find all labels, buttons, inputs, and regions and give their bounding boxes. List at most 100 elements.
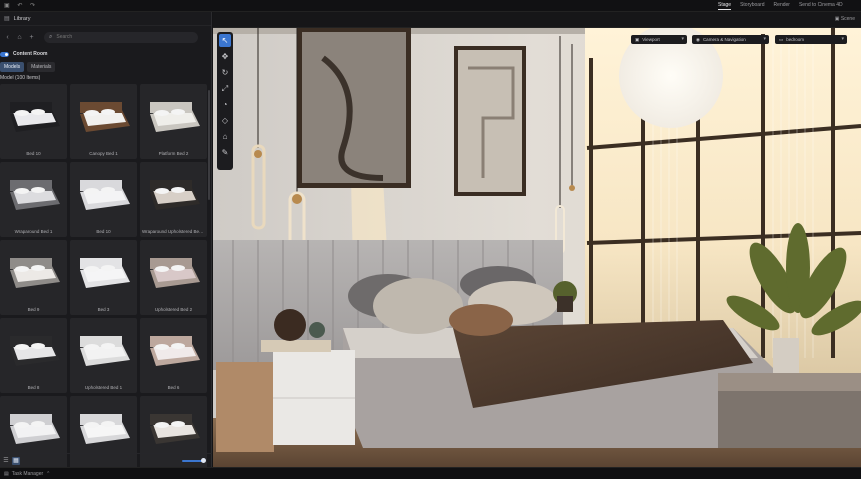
content-room-label: Content Room <box>13 51 48 57</box>
camera-preset-icon: ▭ <box>779 36 784 42</box>
library-header: ▤ Library <box>0 12 211 26</box>
window-controls[interactable]: ▣ ↶ ↷ <box>4 2 38 9</box>
select-tool-icon[interactable]: ↖ <box>219 34 231 47</box>
place-tool-icon[interactable]: ⌂ <box>219 130 231 143</box>
model-thumbnail <box>80 258 130 288</box>
tool-palette: ↖ ✥ ↻ ⤢ ◔ ◇ ⌂ ✎ <box>217 32 233 170</box>
item-count: Model (100 Items) <box>0 75 41 81</box>
model-thumbnail <box>150 258 200 288</box>
add-icon[interactable]: + <box>28 34 35 41</box>
camera-select-label: bedroom <box>786 37 805 42</box>
model-card[interactable]: Canopy Bed 1 <box>70 84 137 159</box>
model-card[interactable]: Bed 6 <box>140 318 207 393</box>
model-card[interactable]: Bed 10 <box>70 162 137 237</box>
library-panel: ▤ Library ‹ ⌂ + ⌕ Content Room Models Ma… <box>0 12 212 471</box>
viewport-icon: ▣ <box>635 36 640 42</box>
rotate-tool-icon[interactable]: ↻ <box>219 66 231 79</box>
library-scrollbar[interactable] <box>208 90 210 200</box>
camera-navigation-dropdown[interactable]: ◉ Camera & Navigation ▾ <box>692 35 769 44</box>
camera-icon: ◉ <box>696 36 700 42</box>
library-title: Library <box>13 15 31 22</box>
model-thumbnail <box>80 180 130 210</box>
search-input[interactable] <box>56 34 187 40</box>
model-card[interactable]: Upholstered Bed 1 <box>70 318 137 393</box>
library-icon: ▤ <box>4 16 10 22</box>
model-card-label: Bed 9 <box>27 307 40 312</box>
bedroom-render <box>213 28 861 467</box>
list-view-icon[interactable]: ☰ <box>2 457 10 465</box>
home-icon[interactable]: ⌂ <box>16 34 23 41</box>
viewport-dropdown-label: Viewport <box>642 37 660 42</box>
viewport-dropdown[interactable]: ▣ Viewport ▾ <box>631 35 687 44</box>
model-card[interactable]: Platform Bed 2 <box>140 84 207 159</box>
model-thumbnail <box>150 102 200 132</box>
search-icon: ⌕ <box>49 33 53 40</box>
model-grid: Bed 10 Canopy Bed 1 Platform Bed 2 Wraparou… <box>0 84 208 471</box>
model-card[interactable]: Upholstered Bed 2 <box>140 240 207 315</box>
model-card-label: Wraparound Bed 1 <box>14 229 53 234</box>
model-card[interactable]: Bed 9 <box>0 240 67 315</box>
model-thumbnail <box>10 258 60 288</box>
library-tabs: Models Materials <box>0 62 211 72</box>
model-card[interactable]: Wraparound Bed 1 <box>0 162 67 237</box>
nav-render[interactable]: Render <box>774 2 790 10</box>
model-card-label: Bed 3 <box>97 307 110 312</box>
camera-navigation-label: Camera & Navigation <box>702 37 746 42</box>
model-card-label: Bed 6 <box>167 385 180 390</box>
model-card-label: Bed 8 <box>27 385 40 390</box>
model-card[interactable]: Bed 8 <box>0 318 67 393</box>
caret-up-icon[interactable]: ⌃ <box>46 471 50 477</box>
model-thumbnail <box>80 414 130 444</box>
viewport-header: ▣ Scene <box>213 12 861 28</box>
search-field[interactable]: ⌕ <box>44 31 198 43</box>
grid-view-icon[interactable]: ▦ <box>12 456 20 465</box>
model-thumbnail <box>150 336 200 366</box>
scale-tool-icon[interactable]: ⤢ <box>219 82 231 95</box>
model-thumbnail <box>10 414 60 444</box>
model-card[interactable]: Bed 10 <box>0 84 67 159</box>
thumbnail-size-slider[interactable] <box>182 458 206 463</box>
content-room-toggle[interactable] <box>0 51 9 57</box>
model-card-label: Platform Bed 2 <box>158 151 189 156</box>
model-card-label: Upholstered Bed 2 <box>154 307 193 312</box>
model-thumbnail <box>80 336 130 366</box>
content-room-row: Content Room <box>0 49 211 59</box>
nav-stage[interactable]: Stage <box>718 2 732 10</box>
tab-materials[interactable]: Materials <box>27 62 56 72</box>
eyedropper-tool-icon[interactable]: ✎ <box>219 146 231 159</box>
model-card-label: Canopy Bed 1 <box>89 151 118 156</box>
model-card-label: Wraparound Upholstered Bed 1 <box>142 229 206 234</box>
nav-storyboard[interactable]: Storyboard <box>740 2 764 10</box>
chevron-down-icon: ▾ <box>841 36 844 42</box>
model-thumbnail <box>150 414 200 444</box>
model-thumbnail <box>10 336 60 366</box>
back-icon[interactable]: ‹ <box>4 34 11 41</box>
library-toolbar: ‹ ⌂ + ⌕ <box>0 29 211 45</box>
nav-send-to-cinema4d[interactable]: Send to Cinema 4D <box>799 2 843 10</box>
top-bar: ▣ ↶ ↷ Stage Storyboard Render Send to Ci… <box>0 0 861 12</box>
model-card-label: Upholstered Bed 1 <box>84 385 123 390</box>
tab-models[interactable]: Models <box>0 62 25 72</box>
scene-label: Scene <box>840 16 855 22</box>
model-thumbnail <box>150 180 200 210</box>
model-card-label: Bed 10 <box>26 151 41 156</box>
status-bar: ▤ Task Manager ⌃ <box>0 467 861 479</box>
chevron-down-icon: ▾ <box>763 36 766 42</box>
model-thumbnail <box>80 102 130 132</box>
paint-tool-icon[interactable]: ◇ <box>219 114 231 127</box>
move-tool-icon[interactable]: ✥ <box>219 50 231 63</box>
model-thumbnail <box>10 180 60 210</box>
top-nav: Stage Storyboard Render Send to Cinema 4… <box>718 2 843 10</box>
chevron-down-icon: ▾ <box>681 36 684 42</box>
camera-select-dropdown[interactable]: ▭ bedroom ▾ <box>775 35 847 44</box>
model-card[interactable]: Bed 3 <box>70 240 137 315</box>
model-card-label: Bed 10 <box>96 229 111 234</box>
render-viewport[interactable] <box>213 28 861 467</box>
library-footer: ☰ ▦ <box>0 453 212 467</box>
scene-tab[interactable]: ▣ Scene <box>835 16 855 22</box>
model-card[interactable]: Wraparound Upholstered Bed 1 <box>140 162 207 237</box>
orbit-tool-icon[interactable]: ◔ <box>219 98 231 111</box>
model-thumbnail <box>10 102 60 132</box>
task-manager-label[interactable]: Task Manager <box>12 471 43 477</box>
task-manager-icon: ▤ <box>4 470 9 477</box>
